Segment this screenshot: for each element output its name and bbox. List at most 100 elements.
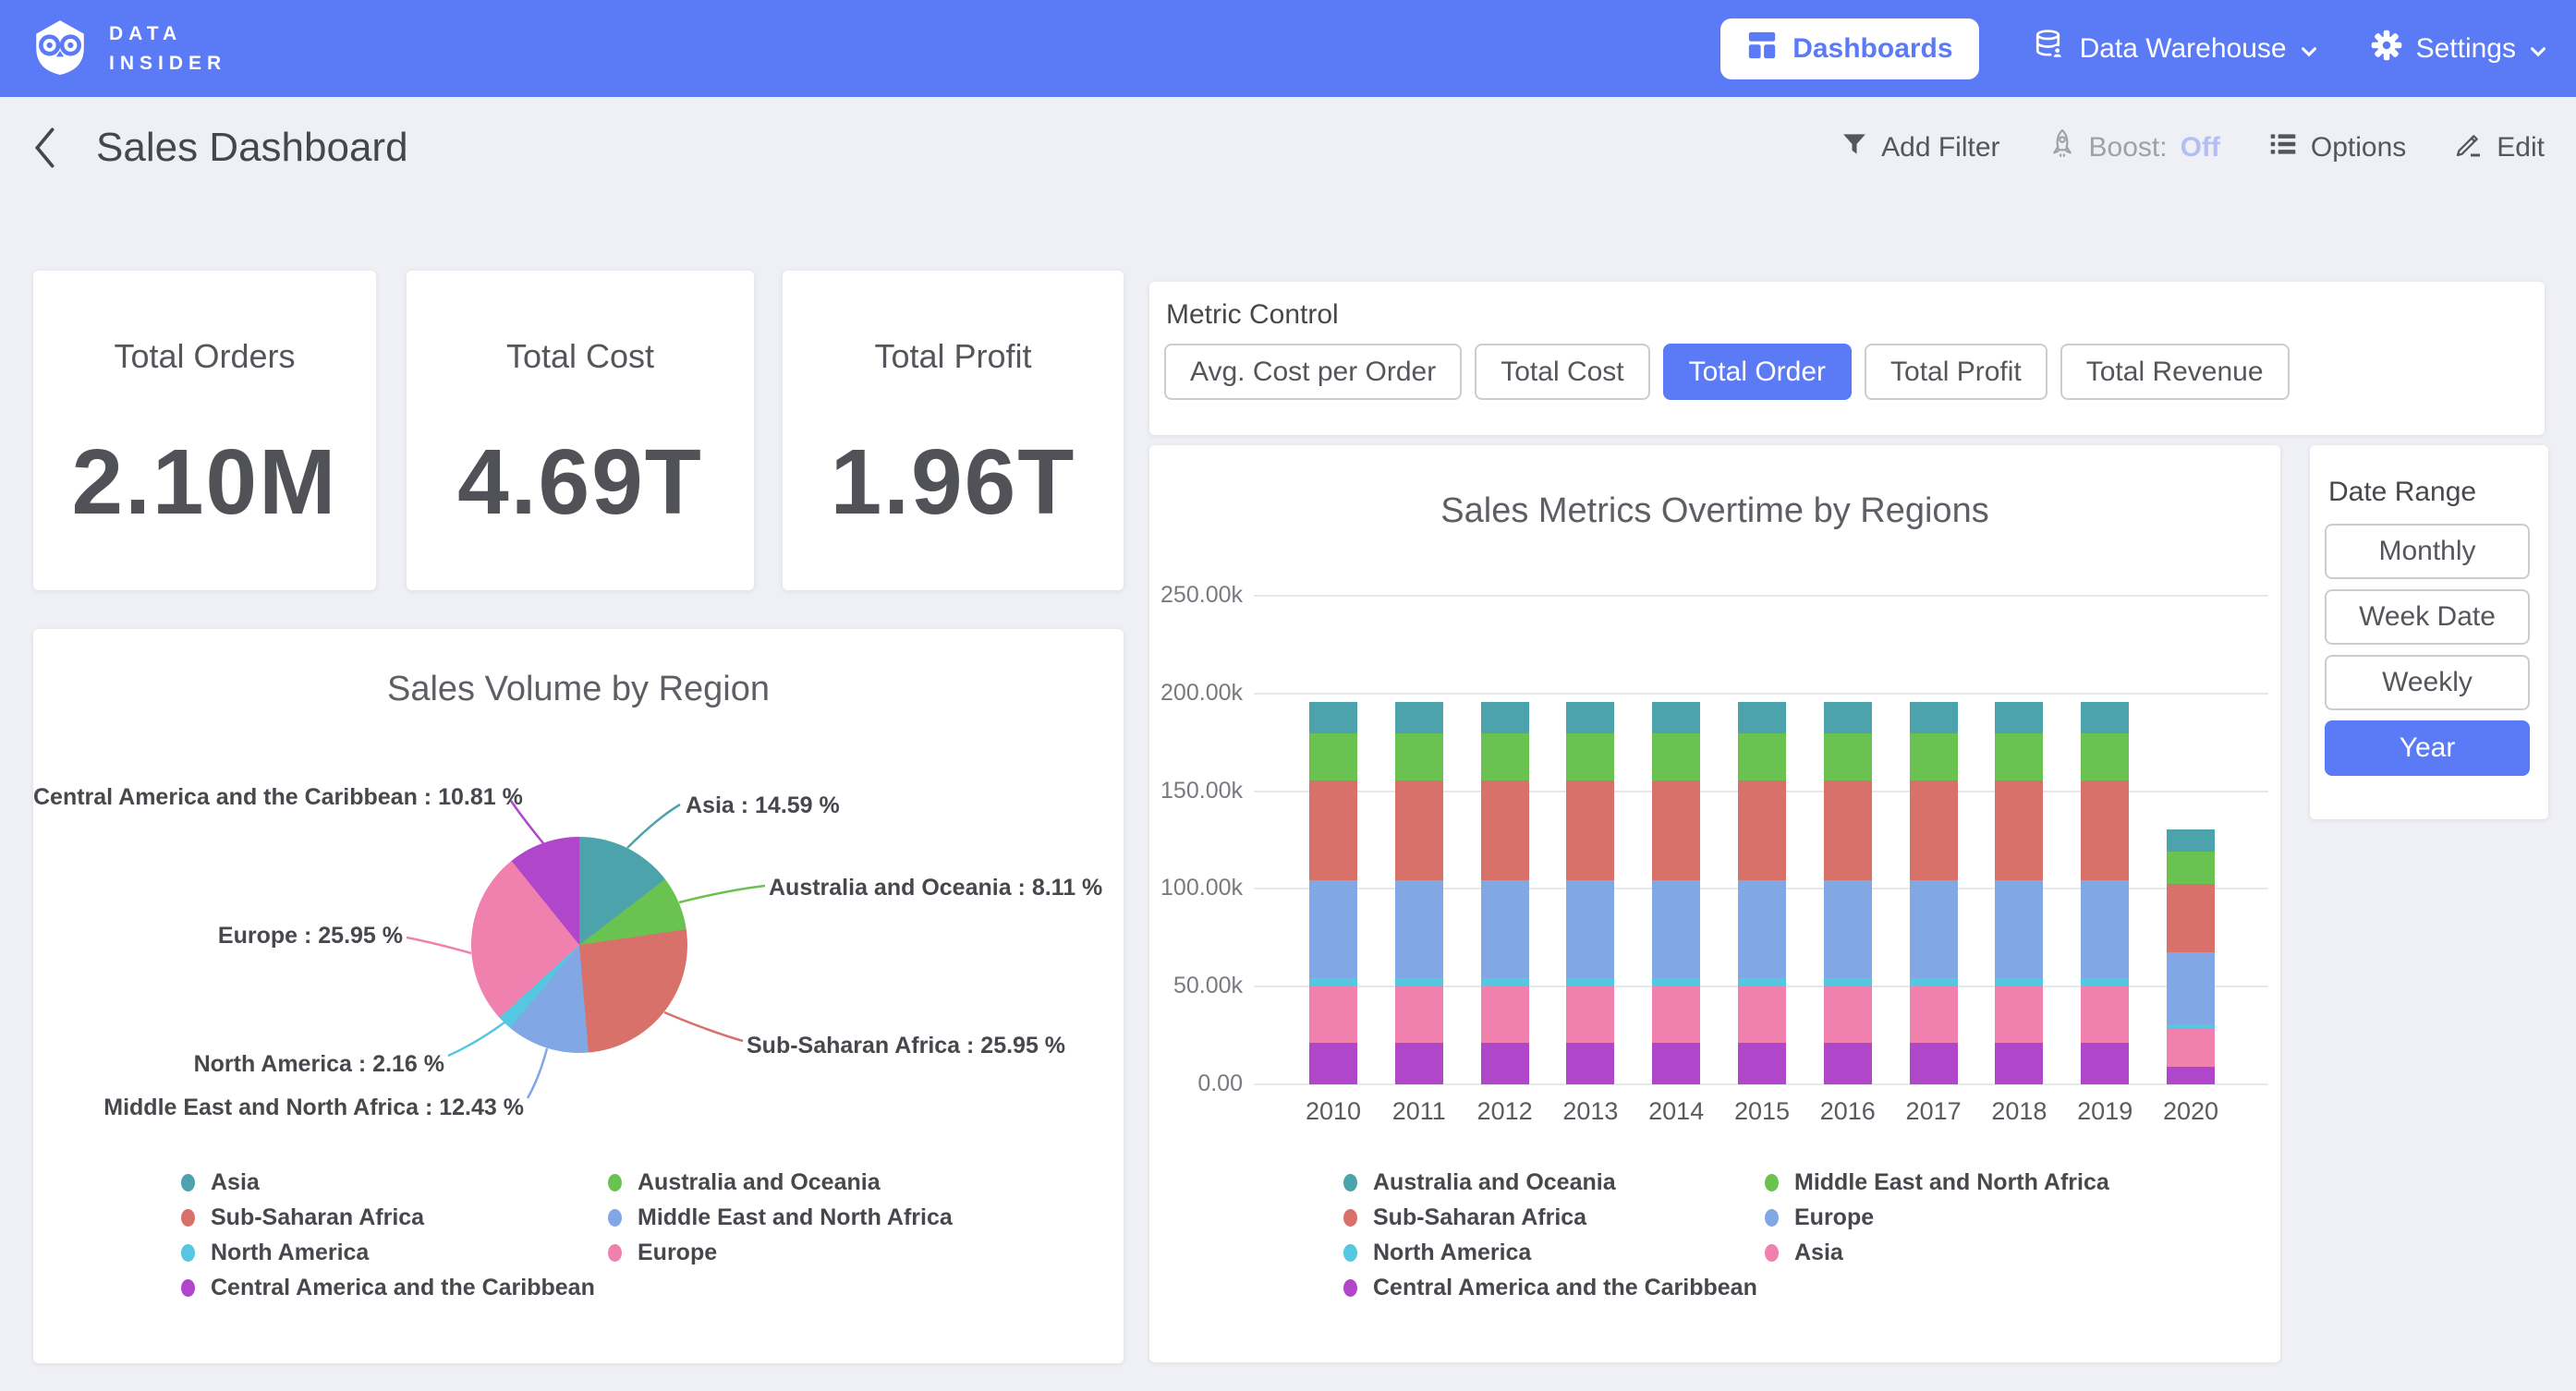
bar-2016[interactable] (1824, 445, 1872, 1084)
bar-segment-asia (1309, 986, 1357, 1042)
legend-item-middle-east-and-north-africa[interactable]: Middle East and North Africa (608, 1204, 953, 1231)
y-axis-tick: 250.00k (1149, 582, 1243, 609)
x-axis-tick: 2012 (1464, 1097, 1547, 1126)
pie-label-australia: Australia and Oceania : 8.11 % (769, 875, 1102, 901)
legend-item-europe[interactable]: Europe (1765, 1204, 2109, 1231)
brand-line1: DATA (109, 19, 226, 49)
bar-segment-middle-east-and-north-africa (1824, 733, 1872, 781)
x-axis-tick: 2010 (1292, 1097, 1375, 1126)
bar-segment-australia-and-oceania (2081, 702, 2129, 733)
bar-2011[interactable] (1395, 445, 1443, 1084)
bar-segment-sub-saharan-africa (1824, 780, 1872, 880)
bar-segment-central-america-and-the-caribbean (2167, 1067, 2215, 1084)
bar-segment-north-america (1309, 978, 1357, 986)
nav-data-warehouse[interactable]: Data Warehouse (2033, 29, 2317, 69)
bar-segment-australia-and-oceania (1652, 702, 1700, 733)
pie-label-asia: Asia : 14.59 % (686, 792, 840, 819)
top-nav: Dashboards Data Warehouse (1720, 18, 2546, 79)
dashboards-icon (1746, 30, 1778, 68)
bar-2018[interactable] (1995, 445, 2043, 1084)
legend-dot (1343, 1209, 1357, 1227)
pie-chart-title: Sales Volume by Region (33, 670, 1124, 709)
bar-segment-australia-and-oceania (1395, 702, 1443, 733)
pie-label-north-america: North America : 2.16 % (33, 1051, 444, 1078)
legend-dot (608, 1244, 622, 1262)
bar-segment-europe (1910, 880, 1958, 978)
date-range-button-year[interactable]: Year (2325, 720, 2530, 776)
bar-2012[interactable] (1481, 445, 1529, 1084)
bar-segment-asia (1481, 986, 1529, 1042)
bar-segment-middle-east-and-north-africa (1309, 733, 1357, 781)
bar-segment-north-america (1566, 978, 1614, 986)
legend-dot (1765, 1174, 1779, 1191)
legend-dot (1343, 1174, 1357, 1191)
date-range-button-monthly[interactable]: Monthly (2325, 524, 2530, 579)
bar-2015[interactable] (1738, 445, 1786, 1084)
date-range-button-week-date[interactable]: Week Date (2325, 589, 2530, 645)
bar-segment-sub-saharan-africa (1652, 780, 1700, 880)
bar-2013[interactable] (1566, 445, 1614, 1084)
bar-segment-australia-and-oceania (1910, 702, 1958, 733)
legend-item-asia[interactable]: Asia (1765, 1239, 2109, 1266)
pie-chart[interactable] (471, 837, 687, 1053)
bar-segment-europe (1652, 880, 1700, 978)
pie-label-middle-east: Middle East and North Africa : 12.43 % (33, 1095, 524, 1121)
legend-item-sub-saharan-africa[interactable]: Sub-Saharan Africa (1343, 1204, 1757, 1231)
legend-item-australia-and-oceania[interactable]: Australia and Oceania (608, 1168, 953, 1196)
metric-button-total-cost[interactable]: Total Cost (1475, 344, 1649, 400)
legend-item-north-america[interactable]: North America (1343, 1239, 1757, 1266)
top-bar: DATA INSIDER Dashboards (0, 0, 2576, 97)
legend-label: North America (211, 1240, 369, 1266)
legend-item-middle-east-and-north-africa[interactable]: Middle East and North Africa (1765, 1168, 2109, 1196)
bar-2017[interactable] (1910, 445, 1958, 1084)
metric-button-total-profit[interactable]: Total Profit (1865, 344, 2047, 400)
x-axis-tick: 2017 (1892, 1097, 1975, 1126)
bar-2019[interactable] (2081, 445, 2129, 1084)
main-content: Total Orders 2.10M Total Cost 4.69T Tota… (0, 97, 2576, 1391)
brand-line2: INSIDER (109, 49, 226, 79)
bar-2014[interactable] (1652, 445, 1700, 1084)
kpi-label: Total Orders (33, 337, 376, 376)
legend-item-sub-saharan-africa[interactable]: Sub-Saharan Africa (181, 1204, 595, 1231)
metric-button-total-order[interactable]: Total Order (1663, 344, 1852, 400)
brand: DATA INSIDER (30, 16, 226, 81)
metric-button-avg-cost-per-order[interactable]: Avg. Cost per Order (1164, 344, 1462, 400)
pie-label-sub-saharan: Sub-Saharan Africa : 25.95 % (747, 1033, 1065, 1059)
legend-label: Asia (211, 1169, 260, 1196)
legend-item-australia-and-oceania[interactable]: Australia and Oceania (1343, 1168, 1757, 1196)
app-root: DATA INSIDER Dashboards (0, 0, 2576, 1391)
legend-item-central-america-and-the-caribbean[interactable]: Central America and the Caribbean (1343, 1274, 1757, 1301)
bar-segment-sub-saharan-africa (1995, 780, 2043, 880)
brand-text: DATA INSIDER (109, 19, 226, 78)
x-axis-tick: 2013 (1549, 1097, 1632, 1126)
bar-segment-north-america (1481, 978, 1529, 986)
legend-dot (1343, 1244, 1357, 1262)
bar-2010[interactable] (1309, 445, 1357, 1084)
legend-label: Europe (1794, 1204, 1874, 1231)
date-range-button-weekly[interactable]: Weekly (2325, 655, 2530, 710)
nav-settings[interactable]: Settings (2371, 30, 2546, 68)
bar-segment-europe (1481, 880, 1529, 978)
legend-label: Sub-Saharan Africa (211, 1204, 424, 1231)
bar-segment-middle-east-and-north-africa (1652, 733, 1700, 781)
metric-control-panel: Metric Control Avg. Cost per OrderTotal … (1149, 282, 2545, 435)
y-axis-tick: 200.00k (1149, 680, 1243, 707)
legend-item-north-america[interactable]: North America (181, 1239, 595, 1266)
legend-dot (608, 1174, 622, 1191)
pie-label-europe: Europe : 25.95 % (33, 923, 403, 950)
bar-segment-sub-saharan-africa (2081, 780, 2129, 880)
bar-segment-north-america (1910, 978, 1958, 986)
legend-item-asia[interactable]: Asia (181, 1168, 595, 1196)
legend-label: Sub-Saharan Africa (1373, 1204, 1586, 1231)
legend-item-europe[interactable]: Europe (608, 1239, 953, 1266)
nav-dashboards[interactable]: Dashboards (1720, 18, 1978, 79)
bar-segment-europe (1824, 880, 1872, 978)
bar-segment-middle-east-and-north-africa (1481, 733, 1529, 781)
chevron-down-icon (2530, 33, 2546, 65)
y-axis-tick: 0.00 (1149, 1070, 1243, 1097)
bar-2020[interactable] (2167, 445, 2215, 1084)
legend-item-central-america-and-the-caribbean[interactable]: Central America and the Caribbean (181, 1274, 595, 1301)
legend-dot (1765, 1209, 1779, 1227)
legend-dot (608, 1209, 622, 1227)
metric-button-total-revenue[interactable]: Total Revenue (2060, 344, 2290, 400)
